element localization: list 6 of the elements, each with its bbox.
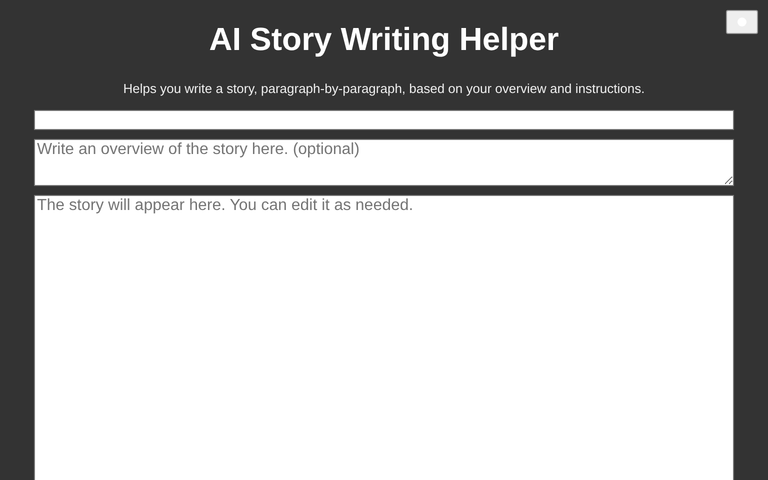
theme-toggle-button[interactable] — [726, 10, 758, 34]
input-field[interactable] — [34, 110, 734, 130]
overview-field[interactable]: Write an overview of the story here. (optional) — [34, 139, 734, 186]
story-field[interactable]: The story will appear here. You can edit it as needed. — [34, 195, 734, 480]
page-title: AI Story Writing Helper — [209, 20, 559, 58]
page-subtitle: Helps you write a story, paragraph-by-paragraph, based on your overview and instructions. — [123, 80, 645, 98]
